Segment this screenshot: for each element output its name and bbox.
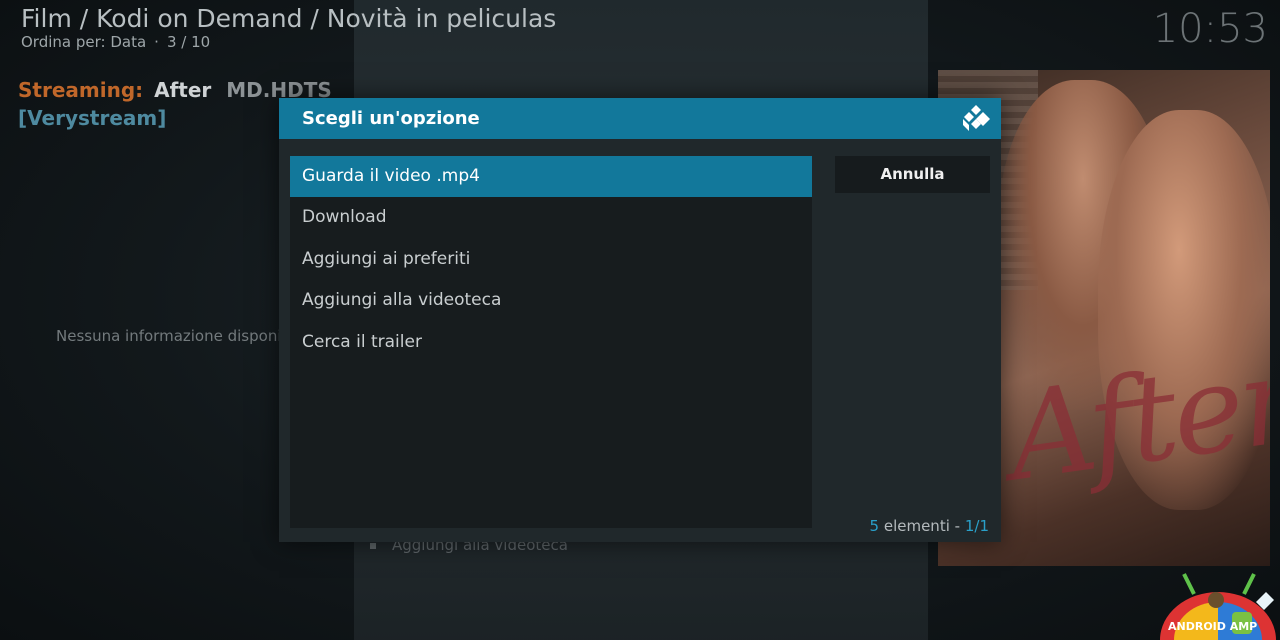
svg-text:ANDROID AMP: ANDROID AMP (1168, 620, 1257, 633)
option-download[interactable]: Download (290, 197, 812, 238)
sort-label: Ordina per: Data (21, 33, 147, 51)
kodi-logo-icon (963, 105, 990, 131)
option-add-library[interactable]: Aggiungi alla videoteca (290, 280, 812, 321)
select-dialog: Scegli un'opzione Guarda il video .mp4 D… (279, 98, 1001, 542)
option-add-favorites[interactable]: Aggiungi ai preferiti (290, 239, 812, 280)
option-search-trailer[interactable]: Cerca il trailer (290, 322, 812, 363)
dialog-title: Scegli un'opzione (302, 108, 480, 129)
dialog-header: Scegli un'opzione (279, 98, 1001, 139)
no-info-text: Nessuna informazione disponibile (56, 327, 280, 345)
android-amp-logo-icon: ANDROID AMP (1160, 573, 1276, 640)
host-label: [Verystream] (18, 106, 167, 130)
sort-info: Ordina per: Data · 3 / 10 (21, 33, 211, 51)
cancel-button[interactable]: Annulla (835, 156, 990, 193)
item-position: 3 / 10 (166, 33, 211, 51)
streaming-label: Streaming: (18, 78, 144, 102)
item-count: 5 elementi - 1/1 (869, 517, 989, 535)
breadcrumb: Film / Kodi on Demand / Novità in pelicu… (21, 4, 557, 33)
movie-title: After (154, 78, 212, 102)
clock: 10:53 (1152, 6, 1268, 52)
options-list[interactable]: Guarda il video .mp4 Download Aggiungi a… (290, 156, 812, 528)
option-play-video[interactable]: Guarda il video .mp4 (290, 156, 812, 197)
